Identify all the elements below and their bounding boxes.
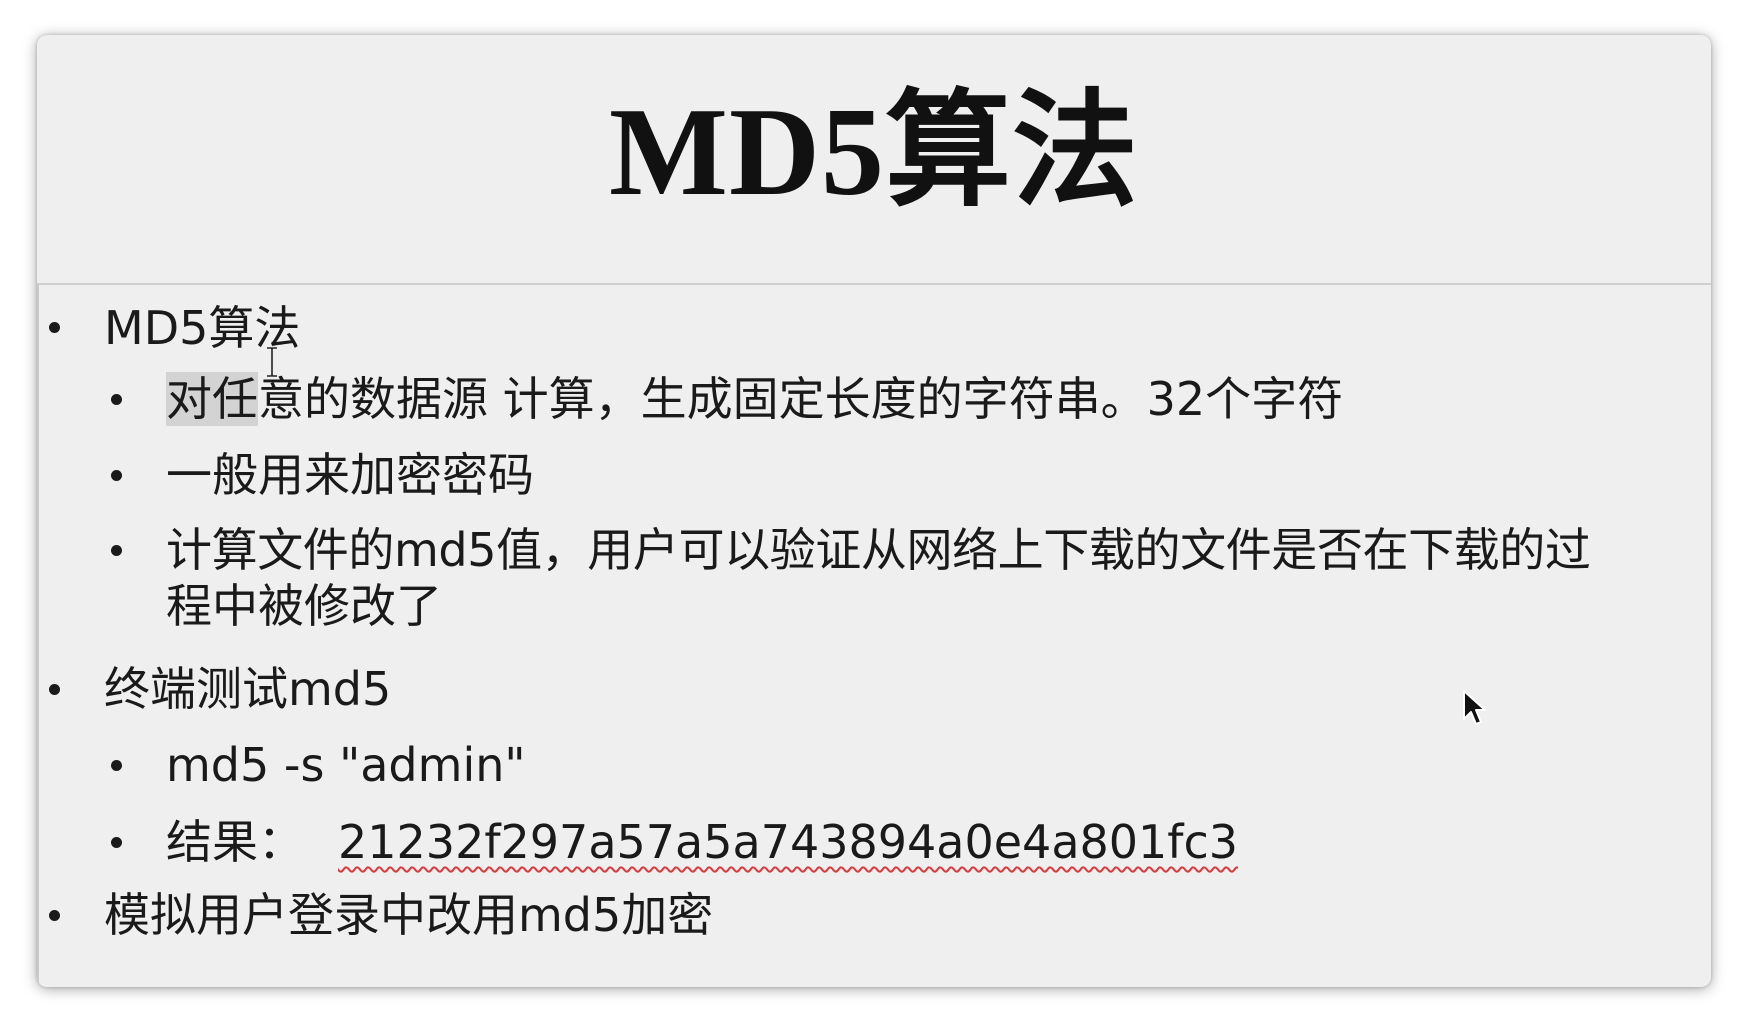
bullet-icon <box>111 760 122 771</box>
bullet-icon <box>111 394 122 405</box>
bullet-item-result[interactable]: 结果： 21232f297a57a5a743894a0e4a801fc3 <box>166 814 1238 870</box>
bullet-icon <box>49 322 60 333</box>
md5-hash-value[interactable]: 21232f297a57a5a743894a0e4a801fc3 <box>338 815 1238 869</box>
bullet-item-description[interactable]: 对任意的数据源 计算，生成固定长度的字符串。32个字符 <box>166 371 1343 427</box>
description-text[interactable]: 意的数据源 计算，生成固定长度的字符串。32个字符 <box>258 372 1343 426</box>
bullet-item-md5-command[interactable]: md5 -s "admin" <box>166 737 526 793</box>
slide-window: MD5算法 MD5算法 对任意的数据源 计算，生成固定长度的字符串。32个字符 … <box>37 35 1711 987</box>
bullet-icon <box>111 837 122 848</box>
bullet-icon <box>111 545 122 556</box>
bullet-icon <box>49 910 60 921</box>
bullet-item-file-check-line2[interactable]: 程中被修改了 <box>166 578 442 634</box>
arrow-pointer-icon <box>1463 690 1486 725</box>
slide-body[interactable]: MD5算法 对任意的数据源 计算，生成固定长度的字符串。32个字符 一般用来加密… <box>37 285 1711 987</box>
slide-title-area: MD5算法 <box>37 35 1711 285</box>
selected-text[interactable]: 对任 <box>166 372 258 426</box>
slide-title[interactable]: MD5算法 <box>37 73 1711 233</box>
bullet-item-password-usage[interactable]: 一般用来加密密码 <box>166 447 534 503</box>
bullet-icon <box>49 684 60 695</box>
bullet-item-file-check-line1[interactable]: 计算文件的md5值，用户可以验证从网络上下载的文件是否在下载的过 <box>166 522 1591 578</box>
bullet-item-terminal-test[interactable]: 终端测试md5 <box>104 661 391 717</box>
bullet-item-login-md5[interactable]: 模拟用户登录中改用md5加密 <box>104 887 713 943</box>
bullet-icon <box>111 470 122 481</box>
i-beam-cursor-icon <box>267 347 277 377</box>
result-label[interactable]: 结果： <box>166 815 304 869</box>
